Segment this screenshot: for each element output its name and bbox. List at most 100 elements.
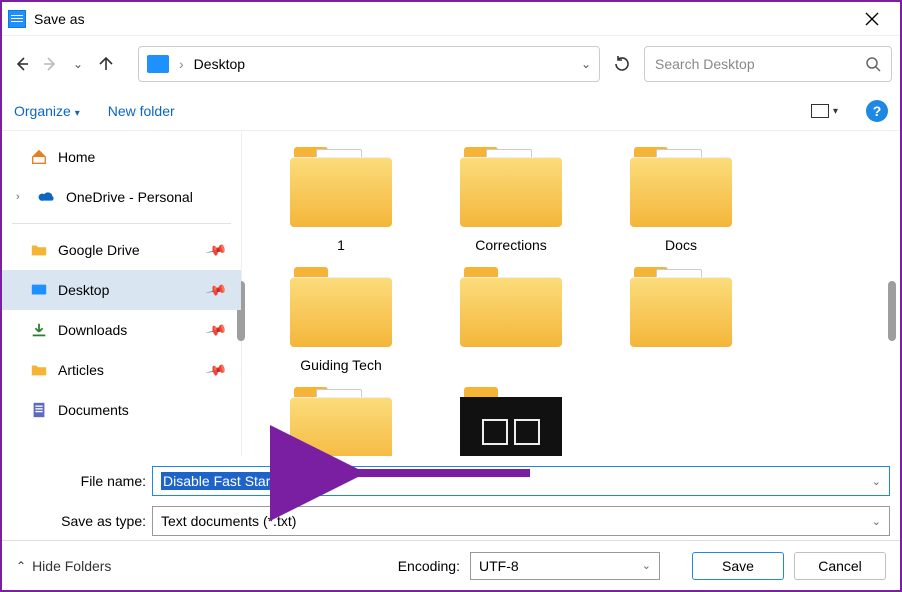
- close-icon: [865, 12, 879, 26]
- folder-item[interactable]: Corrections: [436, 143, 586, 253]
- window-title: Save as: [34, 11, 850, 27]
- folder-icon: [626, 263, 736, 351]
- encoding-value: UTF-8: [479, 558, 519, 574]
- refresh-icon: [613, 55, 631, 73]
- sidebar-item-label: Downloads: [58, 322, 127, 338]
- close-button[interactable]: [850, 5, 894, 33]
- dialog-body: Home › OneDrive - Personal Google Drive …: [2, 130, 900, 456]
- breadcrumb-separator-icon: ›: [179, 56, 184, 72]
- search-placeholder: Search Desktop: [655, 56, 855, 72]
- folder-item[interactable]: Guiding Tech: [266, 263, 416, 373]
- folder-icon: [626, 143, 736, 231]
- folder-item[interactable]: [606, 263, 756, 373]
- sidebar-item-label: Google Drive: [58, 242, 140, 258]
- folder-icon: [456, 143, 566, 231]
- view-menu[interactable]: ▾: [811, 104, 838, 118]
- folder-item[interactable]: [436, 263, 586, 373]
- search-icon: [865, 56, 881, 72]
- sidebar-item-label: OneDrive - Personal: [66, 189, 193, 205]
- breadcrumb-location[interactable]: Desktop: [194, 56, 245, 72]
- search-box[interactable]: Search Desktop: [644, 46, 892, 82]
- cancel-button[interactable]: Cancel: [794, 552, 886, 580]
- dialog-footer: ⌃ Hide Folders Encoding: UTF-8 ⌄ Save Ca…: [2, 540, 900, 590]
- folder-item[interactable]: 1: [266, 143, 416, 253]
- folder-icon: [30, 361, 48, 379]
- folder-icon: [456, 383, 566, 456]
- sidebar-item-label: Documents: [58, 402, 129, 418]
- file-list[interactable]: 1 Corrections Docs Guiding Tech: [242, 131, 900, 456]
- file-name-input[interactable]: Disable Fast Startup.reg ⌄: [152, 466, 890, 496]
- save-as-type-label: Save as type:: [12, 513, 152, 529]
- caret-down-icon: ▾: [833, 106, 838, 117]
- chevron-right-icon[interactable]: ›: [16, 191, 28, 203]
- back-button[interactable]: [10, 52, 34, 76]
- sidebar-item-onedrive[interactable]: › OneDrive - Personal: [2, 177, 241, 217]
- help-button[interactable]: ?: [866, 100, 888, 122]
- caret-down-icon: ▾: [75, 108, 80, 119]
- item-label: Guiding Tech: [300, 357, 381, 373]
- item-label: Docs: [665, 237, 697, 253]
- recent-locations-button[interactable]: ⌄: [66, 52, 90, 76]
- save-as-dialog: Save as ⌄ › Desktop ⌄: [0, 0, 902, 592]
- desktop-icon: [30, 281, 48, 299]
- save-as-type-value: Text documents (*.txt): [161, 513, 296, 529]
- nav-bar: ⌄ › Desktop ⌄ Search Desktop: [2, 36, 900, 92]
- item-label: Corrections: [475, 237, 547, 253]
- sidebar: Home › OneDrive - Personal Google Drive …: [2, 131, 242, 456]
- folder-icon: [456, 263, 566, 351]
- document-icon: [30, 401, 48, 419]
- save-button[interactable]: Save: [692, 552, 784, 580]
- sidebar-item-desktop[interactable]: Desktop 📌: [2, 270, 241, 310]
- organize-menu[interactable]: Organize ▾: [14, 103, 80, 119]
- location-icon: [147, 55, 169, 73]
- new-folder-button[interactable]: New folder: [108, 103, 175, 119]
- chevron-down-icon[interactable]: ⌄: [872, 475, 881, 488]
- up-button[interactable]: [94, 52, 118, 76]
- arrow-left-icon: [13, 55, 31, 73]
- sidebar-item-label: Desktop: [58, 282, 109, 298]
- pin-icon: 📌: [204, 238, 228, 261]
- content-scrollbar[interactable]: [888, 281, 896, 341]
- address-bar[interactable]: › Desktop ⌄: [138, 46, 600, 82]
- title-bar: Save as: [2, 2, 900, 36]
- toolbar: Organize ▾ New folder ▾ ?: [2, 92, 900, 130]
- pin-icon: 📌: [204, 278, 228, 301]
- hide-folders-button[interactable]: ⌃ Hide Folders: [16, 558, 111, 574]
- sidebar-item-google-drive[interactable]: Google Drive 📌: [2, 230, 241, 270]
- arrow-up-icon: [97, 55, 115, 73]
- sidebar-item-documents[interactable]: Documents: [2, 390, 241, 430]
- folder-icon: [286, 383, 396, 456]
- home-icon: [30, 148, 48, 166]
- file-name-value: Disable Fast Startup.reg: [161, 472, 316, 490]
- chevron-down-icon[interactable]: ⌄: [642, 559, 651, 572]
- folder-item[interactable]: Docs: [606, 143, 756, 253]
- item-label: 1: [337, 237, 345, 253]
- chevron-down-icon[interactable]: ⌄: [581, 57, 591, 71]
- folder-icon: [286, 263, 396, 351]
- help-icon: ?: [873, 103, 882, 119]
- encoding-select[interactable]: UTF-8 ⌄: [470, 552, 660, 580]
- save-fields: File name: Disable Fast Startup.reg ⌄ Sa…: [2, 456, 900, 540]
- sidebar-item-home[interactable]: Home: [2, 137, 241, 177]
- folder-item[interactable]: [436, 383, 586, 456]
- pin-icon: 📌: [204, 318, 228, 341]
- sidebar-item-label: Home: [58, 149, 95, 165]
- chevron-down-icon[interactable]: ⌄: [872, 515, 881, 528]
- download-icon: [30, 321, 48, 339]
- folder-item[interactable]: [266, 383, 416, 456]
- sidebar-item-articles[interactable]: Articles 📌: [2, 350, 241, 390]
- folder-icon: [286, 143, 396, 231]
- chevron-up-icon: ⌃: [16, 559, 26, 573]
- sidebar-item-downloads[interactable]: Downloads 📌: [2, 310, 241, 350]
- pin-icon: 📌: [204, 358, 228, 381]
- view-icon: [811, 104, 829, 118]
- app-icon: [8, 10, 26, 28]
- arrow-right-icon: [41, 55, 59, 73]
- sidebar-item-label: Articles: [58, 362, 104, 378]
- refresh-button[interactable]: [604, 46, 640, 82]
- folder-icon: [30, 241, 48, 259]
- encoding-label: Encoding:: [398, 558, 460, 574]
- cloud-icon: [38, 188, 56, 206]
- forward-button[interactable]: [38, 52, 62, 76]
- save-as-type-select[interactable]: Text documents (*.txt) ⌄: [152, 506, 890, 536]
